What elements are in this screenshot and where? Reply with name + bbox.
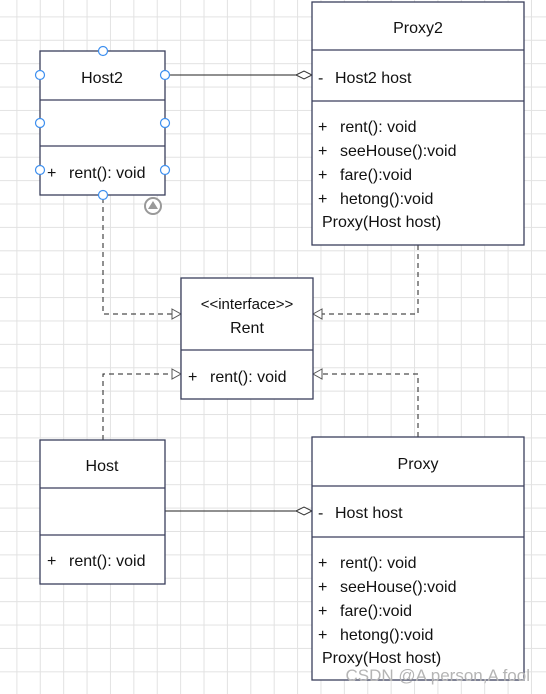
- realization-proxy-rent[interactable]: [311, 368, 419, 437]
- method-visibility: +: [318, 119, 327, 136]
- interface-rent[interactable]: <<interface>> Rent + rent(): void: [180, 277, 314, 400]
- attribute: Host2 host: [335, 70, 412, 87]
- constructor: Proxy(Host host): [322, 650, 441, 667]
- method-visibility: +: [188, 369, 197, 386]
- collapse-icon[interactable]: [144, 197, 162, 215]
- method: rent(): void: [69, 165, 145, 182]
- class-host2[interactable]: Host2 + rent(): void: [39, 50, 166, 196]
- method-visibility: +: [318, 167, 327, 184]
- uml-class-diagram: Host2 + rent(): void Proxy2 - Host2 host…: [34, 1, 530, 685]
- method: seeHouse():void: [340, 143, 457, 160]
- method-visibility: +: [318, 143, 327, 160]
- attribute-visibility: -: [318, 70, 323, 87]
- method: seeHouse():void: [340, 579, 457, 596]
- attribute: Host host: [335, 505, 403, 522]
- watermark: CSDN @A person,A fool: [345, 666, 530, 685]
- class-proxy2[interactable]: Proxy2 - Host2 host + rent(): void + see…: [311, 1, 525, 246]
- class-name: Rent: [230, 320, 264, 337]
- class-name: Host: [86, 458, 119, 475]
- realization-proxy2-rent[interactable]: [311, 245, 419, 320]
- realization-host-rent[interactable]: [102, 368, 183, 440]
- method-visibility: +: [47, 553, 56, 570]
- method-visibility: +: [318, 579, 327, 596]
- attribute-visibility: -: [318, 505, 323, 522]
- aggregation-proxy-host[interactable]: [165, 506, 314, 516]
- class-proxy[interactable]: Proxy - Host host + rent(): void + seeHo…: [311, 436, 525, 681]
- method-visibility: +: [318, 627, 327, 644]
- method-visibility: +: [47, 165, 56, 182]
- method: rent(): void: [340, 555, 416, 572]
- method: hetong():void: [340, 627, 433, 644]
- method-visibility: +: [318, 603, 327, 620]
- realization-host2-rent[interactable]: [102, 198, 183, 320]
- method: rent(): void: [210, 369, 286, 386]
- method: rent(): void: [69, 553, 145, 570]
- constructor: Proxy(Host host): [322, 214, 441, 231]
- method-visibility: +: [318, 191, 327, 208]
- class-host[interactable]: Host + rent(): void: [39, 439, 166, 585]
- class-name: Proxy2: [393, 20, 443, 37]
- aggregation-proxy2-host2[interactable]: [165, 70, 314, 80]
- method: rent(): void: [340, 119, 416, 136]
- method: fare():void: [340, 167, 412, 184]
- method-visibility: +: [318, 555, 327, 572]
- class-name: Host2: [81, 70, 123, 87]
- stereotype: <<interface>>: [201, 296, 294, 313]
- method: hetong():void: [340, 191, 433, 208]
- method: fare():void: [340, 603, 412, 620]
- class-name: Proxy: [398, 456, 439, 473]
